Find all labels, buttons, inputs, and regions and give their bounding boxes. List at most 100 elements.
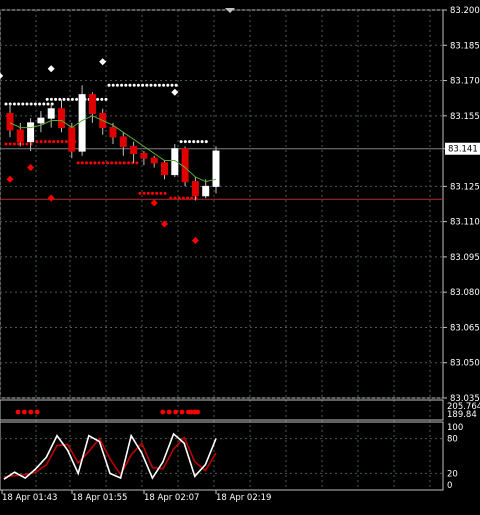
price-axis-label: 83.065	[450, 323, 480, 333]
resistance-level-dot	[188, 140, 191, 144]
support-level-dot	[138, 191, 142, 195]
fractal-down-marker	[6, 175, 14, 183]
fractal-down-marker	[27, 164, 35, 172]
candle-bearish[interactable]	[88, 94, 96, 114]
resistance-level-dot	[25, 102, 29, 106]
candle-bearish[interactable]	[161, 162, 168, 176]
time-axis-label: 18 Apr 01:55	[72, 493, 127, 503]
resistance-level-dot	[96, 97, 100, 101]
support-level-dot	[85, 161, 88, 165]
support-level-dot	[43, 140, 47, 144]
indicator-1-dot	[34, 409, 40, 415]
stochastic-pane-frame	[0, 421, 444, 491]
support-level-dot	[118, 161, 122, 165]
support-level-dot	[163, 191, 167, 195]
candle-bullish[interactable]	[47, 108, 55, 119]
stochastic-scale-label: 0	[447, 481, 452, 491]
support-level-dot	[56, 140, 60, 144]
support-level-dot	[114, 161, 118, 165]
support-level-dot	[122, 161, 126, 165]
resistance-level-dot	[162, 83, 166, 87]
candle-bullish[interactable]	[202, 185, 210, 197]
resistance-level-dot	[104, 97, 108, 101]
fractal-up-marker	[47, 65, 55, 73]
resistance-level-dot	[157, 83, 161, 87]
resistance-level-dot	[128, 83, 132, 87]
resistance-level-dot	[200, 140, 204, 144]
support-level-dot	[89, 161, 93, 165]
price-axis-label: 83.155	[450, 112, 480, 122]
resistance-level-dot	[107, 83, 111, 87]
indicator-1-dot	[173, 409, 179, 415]
indicator-1-dot	[28, 409, 34, 415]
indicator-1-dot	[166, 409, 172, 415]
resistance-level-dot	[70, 97, 74, 101]
candle-bearish[interactable]	[191, 181, 199, 197]
candle-bearish[interactable]	[119, 136, 127, 147]
support-level-dot	[151, 191, 154, 195]
resistance-level-dot	[111, 83, 115, 87]
resistance-level-dot	[58, 97, 62, 101]
resistance-level-dot	[46, 102, 50, 106]
current-price-label: 83.141	[448, 145, 478, 155]
indicator-1-dot	[160, 409, 166, 415]
resistance-level-dot	[153, 83, 157, 87]
resistance-level-dot	[132, 83, 136, 87]
resistance-level-dot	[179, 140, 183, 144]
resistance-level-dot	[136, 83, 140, 87]
resistance-level-dot	[115, 83, 119, 87]
candle-bearish[interactable]	[6, 112, 14, 131]
support-level-dot	[52, 140, 56, 144]
resistance-level-dot	[100, 97, 104, 101]
price-axis-label: 83.185	[450, 41, 480, 51]
stochastic-scale-label: 100	[447, 423, 463, 433]
support-level-dot	[80, 161, 84, 165]
price-axis-label: 83.080	[450, 288, 480, 298]
resistance-level-dot	[29, 102, 33, 106]
support-level-dot	[135, 161, 139, 165]
resistance-level-dot	[120, 83, 124, 87]
candle-bearish[interactable]	[58, 108, 65, 129]
fractal-up-marker	[171, 88, 179, 96]
time-axis-label: 18 Apr 01:43	[2, 493, 57, 503]
support-level-dot	[155, 191, 159, 195]
candle-bearish[interactable]	[109, 127, 117, 138]
indicator-1-label: 189.84	[447, 410, 477, 420]
support-level-dot	[127, 161, 130, 165]
candle-bullish[interactable]	[27, 122, 35, 143]
resistance-level-dot	[192, 140, 196, 144]
indicator-1-dot	[22, 409, 27, 415]
support-level-dot	[142, 191, 146, 195]
price-axis-label: 83.110	[450, 218, 480, 228]
resistance-level-dot	[174, 83, 178, 87]
candle-bearish[interactable]	[140, 152, 148, 159]
candle-bullish[interactable]	[78, 94, 86, 152]
indicator-1-dot	[188, 409, 194, 415]
fractal-up-marker	[99, 58, 107, 66]
support-level-dot	[4, 142, 8, 146]
candle-bearish[interactable]	[150, 157, 158, 164]
trading-chart[interactable]: 83.200 83.185 83.170 83.155 83.141 83.125 83.1…	[0, 0, 480, 512]
resistance-level-dot	[33, 102, 37, 106]
candle-bearish[interactable]	[130, 145, 138, 154]
support-level-dot	[177, 196, 181, 200]
resistance-level-dot	[66, 97, 70, 101]
fractal-down-marker	[191, 236, 199, 244]
support-level-dot	[39, 140, 43, 144]
support-level-dot	[60, 140, 64, 144]
support-level-dot	[25, 142, 29, 146]
support-level-dot	[181, 196, 185, 200]
resistance-level-dot	[145, 83, 149, 87]
chart-canvas[interactable]: 83.200 83.185 83.170 83.155 83.141 83.125 83.1…	[0, 0, 480, 512]
resistance-level-dot	[49, 97, 53, 101]
candle-bullish[interactable]	[212, 150, 220, 187]
resistance-level-dot	[12, 102, 16, 106]
candle-bullish[interactable]	[37, 117, 45, 124]
candle-bearish[interactable]	[181, 148, 189, 183]
time-axis-label: 18 Apr 02:19	[216, 493, 271, 503]
support-level-dot	[97, 161, 101, 165]
resistance-level-dot	[42, 102, 46, 106]
candle-bearish[interactable]	[68, 127, 76, 152]
support-level-dot	[12, 142, 16, 146]
candle-bearish[interactable]	[16, 129, 24, 143]
